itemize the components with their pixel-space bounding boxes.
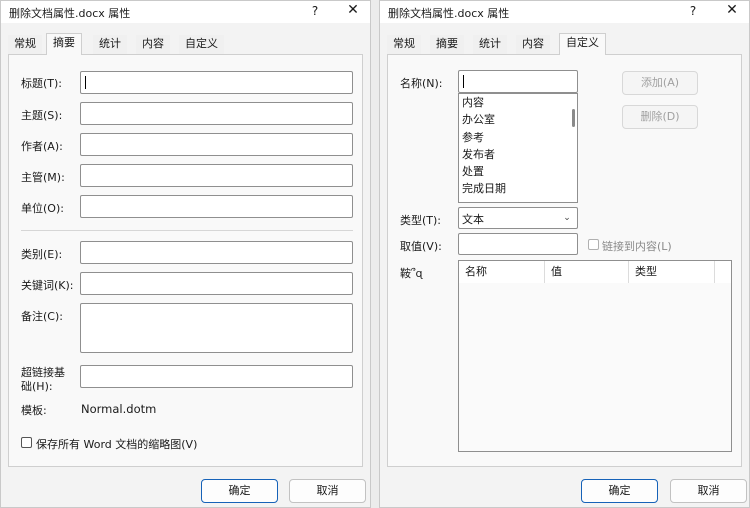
list-item[interactable]: 内容 [459,94,577,111]
divider [21,230,353,231]
author-field[interactable] [80,133,353,156]
list-item[interactable]: 参考 [459,129,577,146]
column-header-filler [715,261,731,283]
tab-contents[interactable]: 内容 [136,35,170,55]
text-caret [463,75,464,88]
column-header-name[interactable]: 名称 [459,261,545,283]
tab-summary[interactable]: 摘要 [46,33,82,55]
type-select-value: 文本 [462,213,484,226]
keywords-field[interactable] [80,272,353,295]
ok-button[interactable]: 确定 [201,479,278,503]
thumbnail-label: 保存所有 Word 文档的缩略图(V) [36,438,198,451]
properties-dialog-summary: 删除文档属性.docx 属性 ? ✕ 常规 摘要 统计 内容 自定义 标题(T)… [0,0,371,508]
list-item[interactable]: 发布者 [459,146,577,163]
list-scrollbar[interactable] [572,109,575,127]
comments-label: 备注(C): [21,310,63,323]
chevron-down-icon: ⌄ [563,213,571,223]
value-field[interactable] [458,233,578,255]
thumbnail-checkbox[interactable] [21,437,32,448]
properties-grid[interactable]: 名称 值 类型 [458,260,732,452]
tab-strip: 常规 摘要 统计 内容 自定义 [1,33,370,55]
name-list[interactable]: 内容 办公室 参考 发布者 处置 完成日期 [458,93,578,203]
ok-button[interactable]: 确定 [581,479,658,503]
cancel-button[interactable]: 取消 [670,479,747,503]
delete-button[interactable]: 删除(D) [622,105,698,129]
help-button[interactable]: ? [686,4,700,18]
tab-custom[interactable]: 自定义 [559,33,606,55]
keywords-label: 关键词(K): [21,279,74,292]
link-to-content-label: 链接到内容(L) [602,240,672,253]
column-header-value[interactable]: 值 [545,261,629,283]
title-label: 标题(T): [21,77,63,90]
cancel-button[interactable]: 取消 [289,479,366,503]
title-bar: 删除文档属性.docx 属性 ? ✕ [1,1,370,23]
tab-custom[interactable]: 自定义 [179,35,224,55]
value-label: 取值(V): [400,240,442,253]
list-item[interactable]: 完成日期 [459,180,577,197]
company-label: 单位(O): [21,202,64,215]
type-label: 类型(T): [400,214,442,227]
manager-field[interactable] [80,164,353,187]
category-label: 类别(E): [21,248,63,261]
list-item[interactable]: 办公室 [459,111,577,128]
type-select[interactable]: 文本 ⌄ [458,207,578,229]
subject-label: 主题(S): [21,109,63,122]
link-to-content-checkbox[interactable] [588,239,599,250]
template-label: 模板: [21,404,47,417]
properties-label: 鞍՞ɋ [400,267,423,280]
tab-statistics[interactable]: 统计 [473,35,507,55]
title-bar: 删除文档属性.docx 属性 ? ✕ [380,1,749,23]
tab-contents[interactable]: 内容 [516,35,550,55]
template-value: Normal.dotm [81,402,157,416]
column-header-type[interactable]: 类型 [629,261,715,283]
name-field[interactable] [458,70,578,93]
dialog-title: 删除文档属性.docx 属性 [9,7,131,20]
hyperlink-base-field[interactable] [80,365,353,388]
dialog-title: 删除文档属性.docx 属性 [388,7,510,20]
list-item[interactable]: 处置 [459,163,577,180]
tab-strip: 常规 摘要 统计 内容 自定义 [380,33,749,55]
category-field[interactable] [80,241,353,264]
close-icon[interactable]: ✕ [345,2,361,18]
help-button[interactable]: ? [308,4,322,18]
name-label: 名称(N): [400,77,443,90]
close-icon[interactable]: ✕ [724,2,740,18]
subject-field[interactable] [80,102,353,125]
text-caret [85,76,86,89]
tab-general[interactable]: 常规 [387,35,421,55]
manager-label: 主管(M): [21,171,65,184]
tab-general[interactable]: 常规 [8,35,42,55]
tab-summary[interactable]: 摘要 [430,35,464,55]
comments-field[interactable] [80,303,353,353]
properties-dialog-custom: 删除文档属性.docx 属性 ? ✕ 常规 摘要 统计 内容 自定义 名称(N)… [379,0,750,508]
add-button[interactable]: 添加(A) [622,71,698,95]
tab-statistics[interactable]: 统计 [93,35,127,55]
company-field[interactable] [80,195,353,218]
author-label: 作者(A): [21,140,63,153]
hyperlink-base-label-cont: 础(H): [21,380,53,393]
title-field[interactable] [80,71,353,94]
